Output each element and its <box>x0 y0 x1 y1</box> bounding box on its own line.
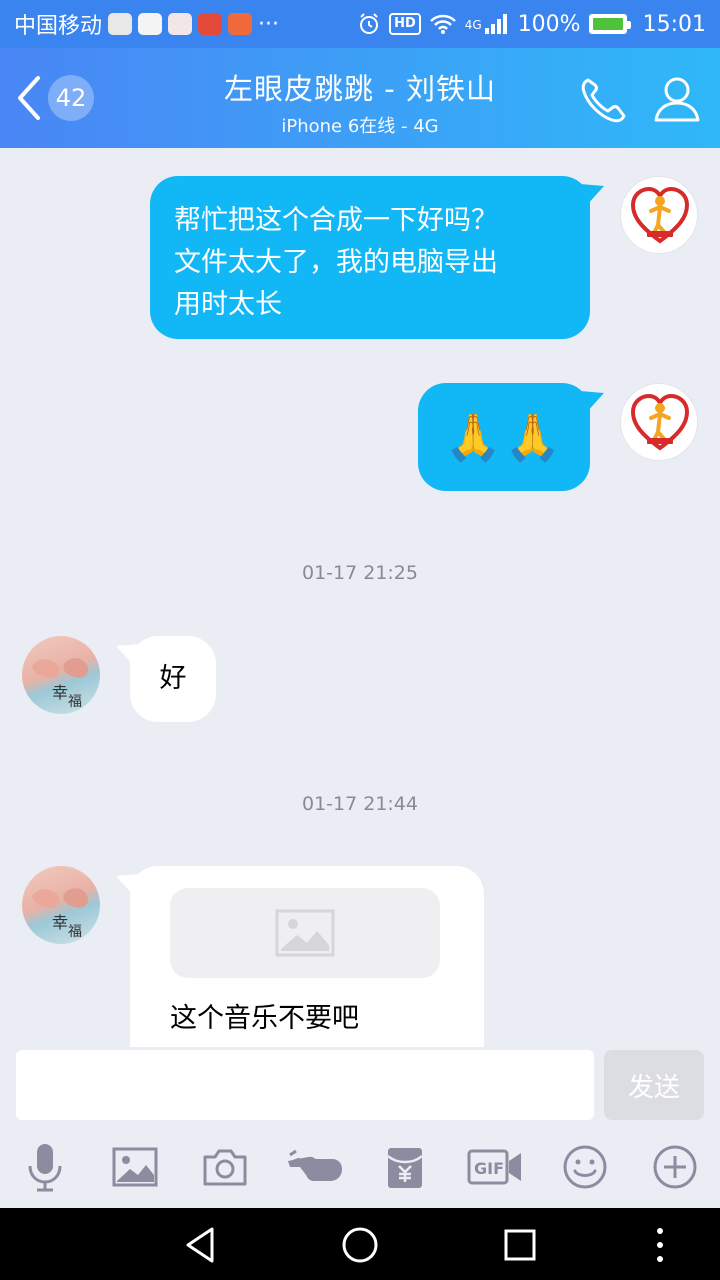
unread-badge: 42 <box>48 75 94 121</box>
battery-icon <box>588 14 631 34</box>
title-block: 左眼皮跳跳 - 刘铁山 iPhone 6在线 - 4G <box>160 66 560 138</box>
heart-logo-icon <box>630 186 690 244</box>
image-placeholder-icon <box>275 909 335 957</box>
contact-avatar[interactable]: 幸福 <box>22 636 100 714</box>
square-recents-icon <box>504 1229 536 1261</box>
my-avatar[interactable] <box>620 383 698 461</box>
photo-button[interactable] <box>105 1137 165 1197</box>
message-timestamp: 01-17 21:25 <box>301 562 418 584</box>
call-button[interactable] <box>578 74 632 124</box>
plus-icon <box>653 1145 697 1189</box>
bubble-tail <box>580 184 604 206</box>
chat-header: 42 左眼皮跳跳 - 刘铁山 iPhone 6在线 - 4G <box>0 48 720 148</box>
message-bubble-outgoing[interactable]: 帮忙把这个合成一下好吗？ 文件太大了，我的电脑导出 用时太长 <box>150 176 604 339</box>
message-text: 这个音乐不要吧 <box>170 1003 359 1034</box>
notification-video-icon <box>138 13 163 35</box>
contact-photo-icon: 幸福 <box>32 658 89 710</box>
nav-home-button[interactable] <box>335 1220 385 1270</box>
more-button[interactable] <box>645 1137 705 1197</box>
red-packet-button[interactable] <box>375 1137 435 1197</box>
clock: 15:01 <box>642 11 706 37</box>
status-right: HD 4G 100% 15:01 <box>357 12 706 37</box>
more-vertical-icon <box>657 1228 663 1262</box>
wifi-icon <box>429 14 456 34</box>
contact-avatar[interactable]: 幸福 <box>22 866 100 944</box>
back-button[interactable]: 42 <box>12 72 102 124</box>
carrier-name: 中国移动 <box>14 14 103 39</box>
image-icon <box>112 1147 158 1187</box>
gif-icon: GIF <box>467 1149 521 1185</box>
svg-text:GIF: GIF <box>474 1159 504 1178</box>
nav-back-button[interactable] <box>175 1220 225 1270</box>
chat-subtitle: iPhone 6在线 - 4G <box>281 116 439 137</box>
bubble-tail <box>580 391 604 413</box>
red-packet-icon <box>387 1148 423 1188</box>
emoji-button[interactable] <box>555 1137 615 1197</box>
status-bar: 中国移动 ··· HD 4G 100% 15:01 <box>0 0 720 48</box>
notification-app-icon <box>108 13 133 35</box>
microphone-icon <box>28 1144 62 1192</box>
svg-text:幸: 幸 <box>52 913 68 932</box>
svg-text:福: 福 <box>68 694 82 710</box>
chevron-left-icon <box>18 76 40 120</box>
poke-icon <box>288 1149 342 1181</box>
camera-icon <box>203 1149 247 1186</box>
notification-play-icon <box>228 13 253 35</box>
signal-icon <box>484 14 507 34</box>
gif-button[interactable]: GIF <box>465 1137 525 1197</box>
battery-percent: 100% <box>517 11 581 37</box>
message-bubble-outgoing[interactable]: 🙏🙏 <box>418 383 604 491</box>
emoji-icon <box>563 1145 607 1189</box>
contact-photo-icon: 幸福 <box>32 888 89 940</box>
chat-title: 左眼皮跳跳 - 刘铁山 <box>224 72 496 106</box>
message-bubble-incoming[interactable]: 好 <box>116 636 216 722</box>
message-timestamp: 01-17 21:44 <box>301 793 418 815</box>
message-line: 文件太大了，我的电脑导出 <box>174 247 498 278</box>
alarm-icon <box>360 13 379 34</box>
phone-icon <box>581 78 626 123</box>
hd-badge: HD <box>389 13 421 35</box>
notification-music-icon <box>198 13 223 35</box>
message-line: 用时太长 <box>174 289 282 320</box>
svg-text:福: 福 <box>68 924 82 940</box>
circle-home-icon <box>342 1227 378 1263</box>
camera-button[interactable] <box>195 1137 255 1197</box>
bubble-tail <box>116 644 140 666</box>
input-area: 发送 GIF <box>0 1047 720 1208</box>
input-toolbar: GIF <box>0 1137 720 1197</box>
image-attachment[interactable] <box>170 888 440 978</box>
message-text: 好 <box>159 663 187 694</box>
nav-recents-button[interactable] <box>495 1220 545 1270</box>
bubble-tail <box>116 874 140 896</box>
send-button[interactable]: 发送 <box>604 1050 704 1120</box>
poke-button[interactable] <box>285 1137 345 1197</box>
network-type: 4G <box>464 17 482 32</box>
triangle-back-icon <box>186 1227 214 1263</box>
my-avatar[interactable] <box>620 176 698 254</box>
message-line: 帮忙把这个合成一下好吗？ <box>174 205 498 236</box>
voice-button[interactable] <box>15 1137 75 1197</box>
message-input[interactable] <box>16 1050 594 1120</box>
profile-button[interactable] <box>650 72 704 126</box>
praying-hands-emoji: 🙏🙏 <box>444 410 564 464</box>
message-bubble-incoming[interactable]: 这个音乐不要吧 <box>116 866 484 1047</box>
svg-text:幸: 幸 <box>52 683 68 702</box>
nav-menu-button[interactable] <box>635 1220 685 1270</box>
system-nav-bar <box>0 1208 720 1280</box>
status-left: 中国移动 ··· <box>14 8 279 40</box>
person-icon <box>654 77 700 122</box>
heart-logo-icon <box>630 393 690 451</box>
notification-weibo-icon <box>168 13 193 35</box>
more-notifications: ··· <box>258 11 279 37</box>
